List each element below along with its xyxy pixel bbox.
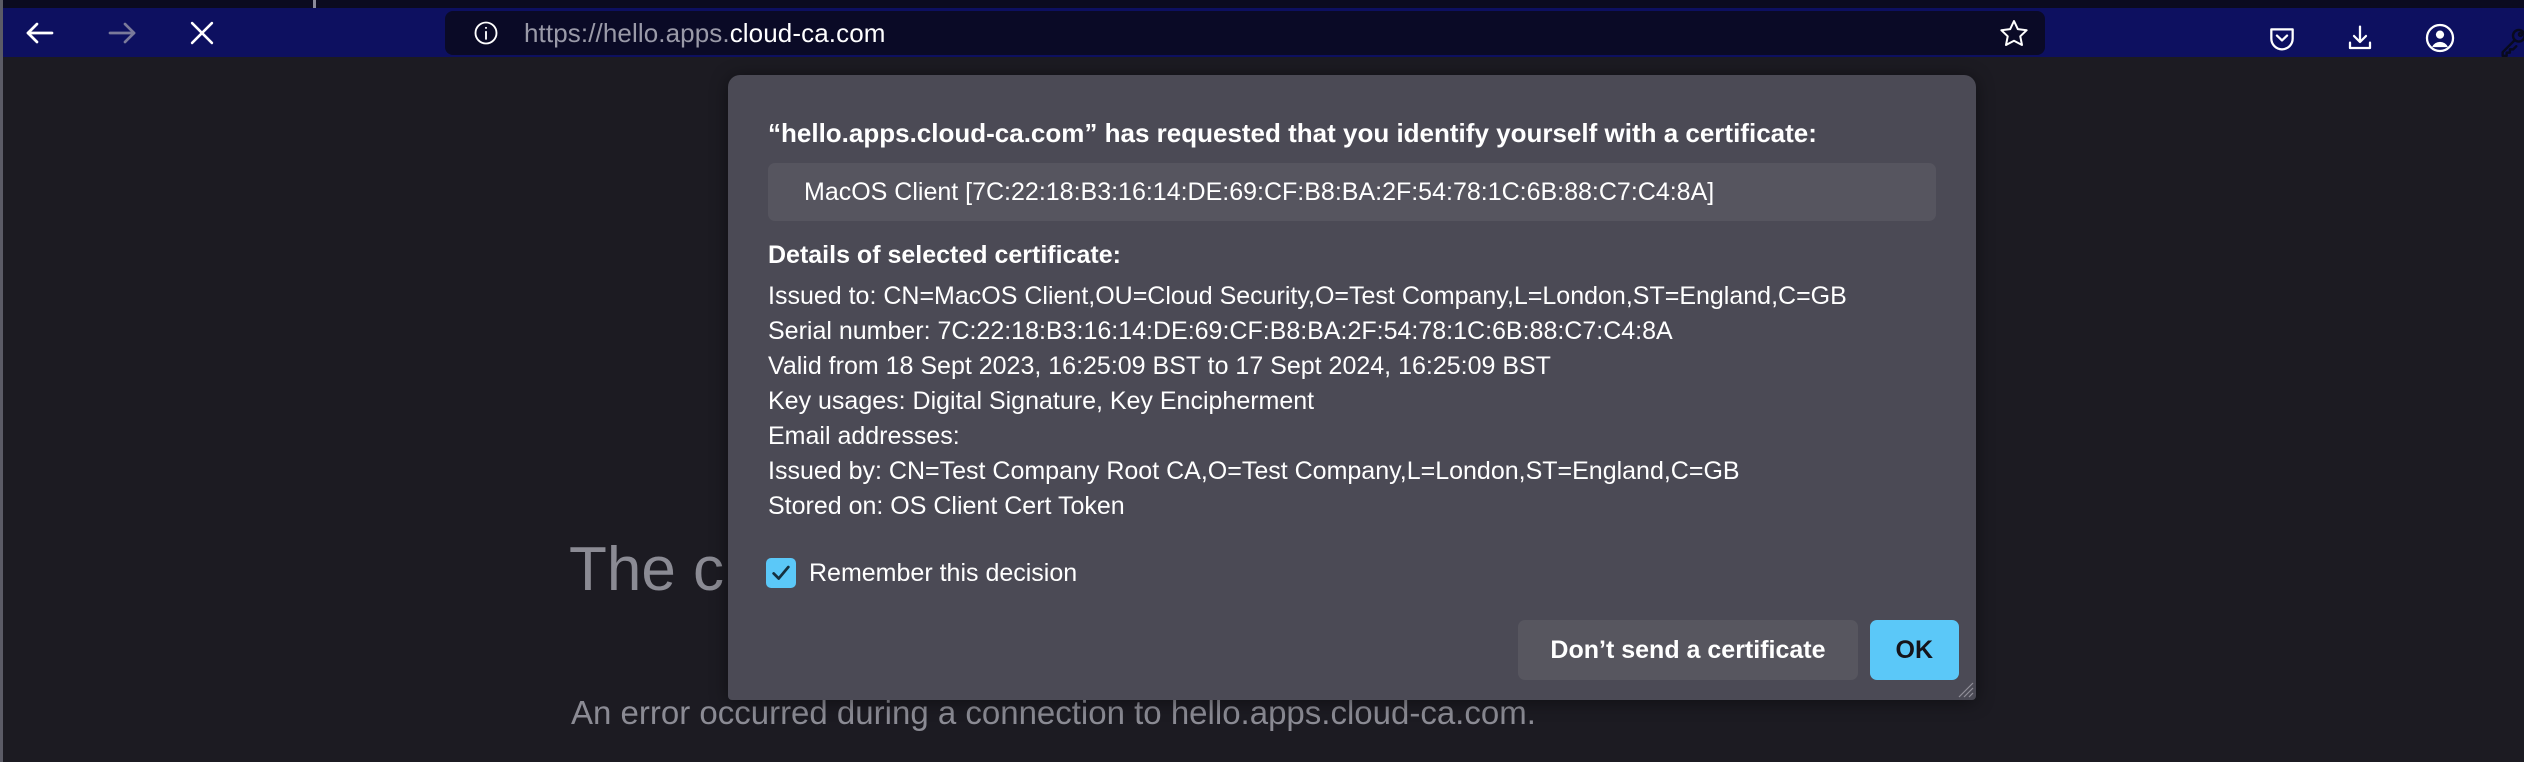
client-certificate-dialog: “hello.apps.cloud-ca.com” has requested …	[728, 75, 1976, 700]
certificate-select[interactable]: MacOS Client [7C:22:18:B3:16:14:DE:69:CF…	[768, 163, 1936, 221]
pocket-icon[interactable]	[2255, 16, 2309, 60]
detail-key-usages: Key usages: Digital Signature, Key Encip…	[768, 387, 1315, 415]
certificate-select-value: MacOS Client [7C:22:18:B3:16:14:DE:69:CF…	[804, 177, 1715, 206]
remember-decision-checkbox[interactable]	[766, 558, 796, 588]
detail-validity: Valid from 18 Sept 2023, 16:25:09 BST to…	[768, 352, 1551, 380]
remember-decision-label: Remember this decision	[809, 558, 1078, 587]
details-heading: Details of selected certificate:	[768, 241, 1121, 269]
arrow-left-icon	[22, 15, 58, 51]
close-icon	[185, 16, 219, 50]
url-bar[interactable]: https://hello.apps.cloud-ca.com	[445, 11, 2045, 55]
dialog-title: “hello.apps.cloud-ca.com” has requested …	[768, 118, 1817, 148]
back-button[interactable]	[9, 8, 71, 57]
url-prefix: https://hello.apps.	[524, 17, 730, 48]
account-icon[interactable]	[2413, 16, 2467, 60]
detail-issued-by: Issued by: CN=Test Company Root CA,O=Tes…	[768, 457, 1740, 485]
page-title: The c	[569, 535, 725, 604]
detail-email: Email addresses:	[768, 422, 960, 450]
info-circle-icon[interactable]	[471, 18, 501, 48]
url-input[interactable]: https://hello.apps.cloud-ca.com	[524, 18, 2045, 49]
dont-send-certificate-button[interactable]: Don’t send a certificate	[1518, 620, 1858, 680]
navigation-toolbar: https://hello.apps.cloud-ca.com	[3, 8, 2524, 60]
url-domain: cloud-ca.com	[729, 17, 886, 48]
arrow-right-icon	[104, 15, 140, 51]
detail-stored-on: Stored on: OS Client Cert Token	[768, 492, 1125, 520]
tab-strip	[3, 0, 2524, 9]
bookmark-star-icon[interactable]	[1989, 13, 2039, 53]
remember-decision-row[interactable]: Remember this decision	[766, 558, 1077, 588]
detail-serial: Serial number: 7C:22:18:B3:16:14:DE:69:C…	[768, 317, 1673, 345]
ok-button[interactable]: OK	[1869, 620, 1959, 680]
detail-issued-to: Issued to: CN=MacOS Client,OU=Cloud Secu…	[768, 282, 1847, 310]
forward-button[interactable]	[91, 8, 153, 57]
dialog-button-row: Don’t send a certificate OK	[1518, 620, 1959, 680]
downloads-icon[interactable]	[2333, 16, 2387, 60]
browser-window: https://hello.apps.cloud-ca.com The c An…	[0, 0, 2524, 762]
resize-grip-icon[interactable]	[1954, 678, 1974, 698]
certificate-details: Issued to: CN=MacOS Client,OU=Cloud Secu…	[768, 279, 1958, 524]
stop-button[interactable]	[171, 8, 233, 57]
